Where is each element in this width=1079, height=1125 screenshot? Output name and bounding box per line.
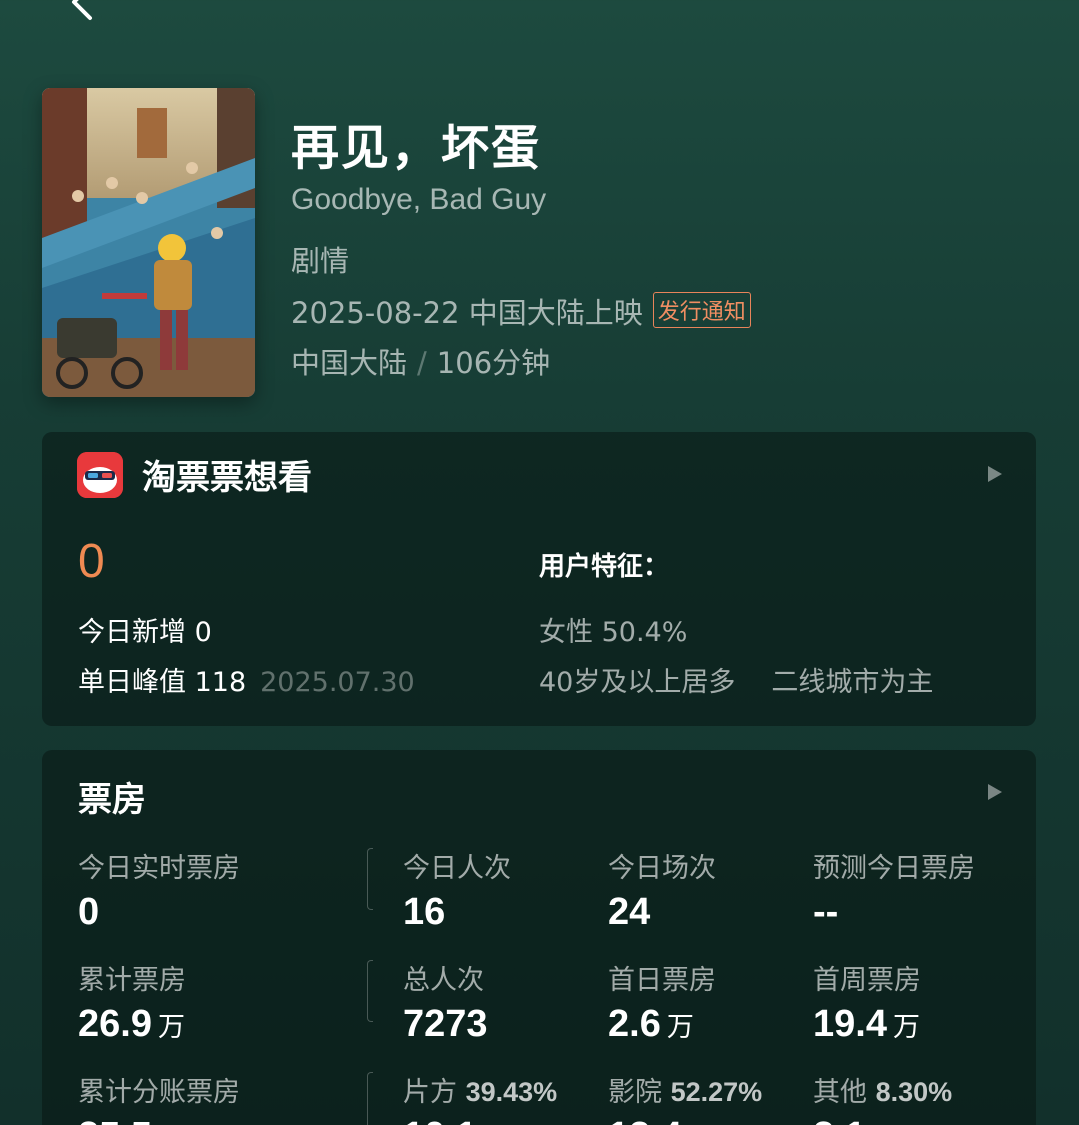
peak-info: 单日峰值 118 2025.07.30 <box>78 660 415 699</box>
play-arrow-icon[interactable] <box>988 466 1002 482</box>
female-ratio: 女性 50.4% <box>539 617 688 648</box>
stat-producer-share: 片方 39.43% 10.1万 <box>403 1077 558 1125</box>
taopiaopiao-app-icon <box>77 452 123 498</box>
daily-peak: 单日峰值 118 <box>78 667 247 698</box>
want-count: 0 <box>78 535 105 588</box>
region-duration: 中国大陆 / 106分钟 <box>291 340 550 382</box>
user-features-title: 用户特征： <box>539 552 670 582</box>
divider <box>367 960 373 1022</box>
stat-cinema-share: 影院 52.27% 13.4万 <box>608 1077 763 1125</box>
stat-first-week: 首周票房 19.4 万 <box>813 965 921 1045</box>
divider <box>367 848 373 910</box>
stat-total-box-office: 累计票房 26.9 万 <box>78 965 186 1045</box>
separator: / <box>417 346 427 380</box>
age-feature: 40岁及以上居多 <box>539 667 736 698</box>
movie-duration: 106分钟 <box>436 346 551 380</box>
stat-forecast-today: 预测今日票房 -- <box>813 853 975 933</box>
want-to-see-card[interactable]: 淘票票想看 0 今日新增 0 单日峰值 118 2025.07.30 用户特征： … <box>42 432 1036 726</box>
movie-genre: 剧情 <box>291 244 350 278</box>
city-feature: 二线城市为主 <box>771 667 934 698</box>
stat-today-showings: 今日场次 24 <box>608 853 716 933</box>
stat-today-admissions: 今日人次 16 <box>403 853 511 933</box>
movie-english-title: Goodbye, Bad Guy <box>291 183 547 216</box>
stat-other-share: 其他 8.30% 2.1万 <box>813 1077 953 1125</box>
movie-poster[interactable] <box>42 88 255 397</box>
release-date: 2025-08-22 中国大陆上映 <box>291 296 643 330</box>
release-info: 2025-08-22 中国大陆上映 发行通知 <box>291 290 751 332</box>
user-features-detail: 40岁及以上居多 二线城市为主 <box>539 660 933 699</box>
today-new: 今日新增 0 <box>78 617 212 648</box>
want-card-title: 淘票票想看 <box>142 458 312 498</box>
back-arrow-icon[interactable] <box>60 0 100 22</box>
movie-title: 再见，坏蛋 <box>291 120 542 176</box>
stat-today-realtime: 今日实时票房 0 <box>78 853 240 933</box>
release-notice-tag[interactable]: 发行通知 <box>652 292 751 328</box>
stat-split-box-office: 累计分账票房 25.5万 <box>78 1077 240 1125</box>
stat-total-admissions: 总人次 7273 <box>403 965 488 1045</box>
divider <box>367 1072 373 1125</box>
peak-date: 2025.07.30 <box>260 667 415 698</box>
stat-first-day: 首日票房 2.6 万 <box>608 965 716 1045</box>
movie-region: 中国大陆 <box>291 346 408 380</box>
box-office-card[interactable]: 票房 今日实时票房 0 今日人次 16 今日场次 24 预测今日票房 -- 累计… <box>42 750 1036 1125</box>
box-office-title: 票房 <box>78 780 146 820</box>
play-arrow-icon[interactable] <box>988 784 1002 800</box>
